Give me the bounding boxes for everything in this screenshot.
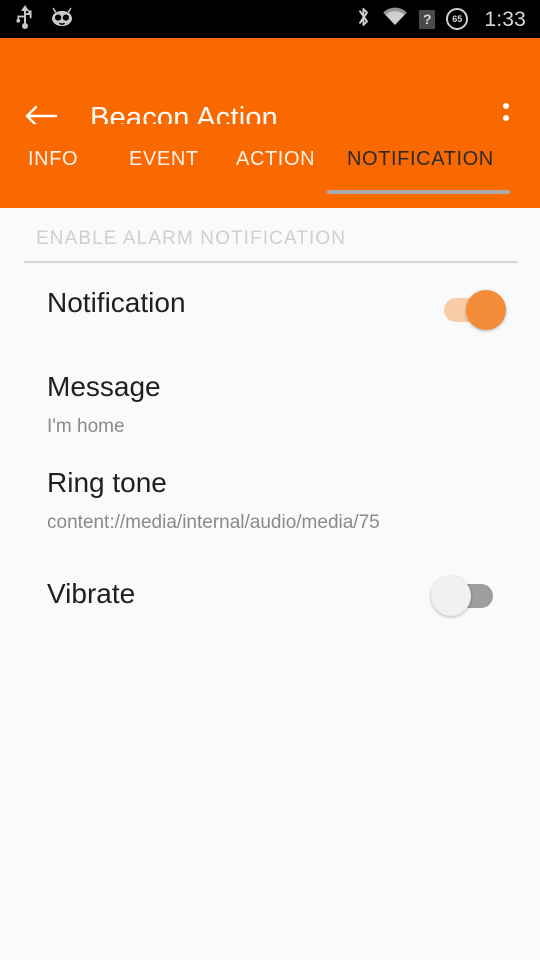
overflow-dot (503, 103, 509, 109)
unknown-signal-icon: ? (419, 9, 436, 29)
tab-event[interactable]: EVENT (129, 124, 201, 208)
switch-thumb (431, 576, 471, 616)
battery-level-label: 65 (452, 13, 463, 24)
tab-action[interactable]: ACTION (236, 124, 316, 208)
notification-switch[interactable] (436, 290, 506, 330)
bluetooth-icon (356, 6, 371, 33)
status-bar-right-icons: ? 65 1:33 (356, 6, 540, 33)
vibrate-switch[interactable] (431, 576, 501, 616)
tab-selected-indicator (327, 190, 510, 194)
wifi-icon (382, 7, 408, 32)
usb-icon (16, 4, 34, 34)
status-bar: ? 65 1:33 (0, 0, 540, 38)
phone-screen: ? 65 1:33 Beacon Action INFO EVENT ACTIO… (0, 0, 540, 960)
section-header-enable-alarm-notification: ENABLE ALARM NOTIFICATION (36, 228, 347, 249)
tab-info[interactable]: INFO (28, 124, 83, 208)
row-title: Notification (47, 287, 186, 318)
row-title: Ring tone (47, 467, 167, 498)
app-bar: Beacon Action (0, 38, 540, 134)
status-bar-clock: 1:33 (484, 7, 526, 31)
tab-label: INFO (28, 148, 79, 170)
row-subtitle: I'm home (47, 416, 125, 437)
settings-list: ENABLE ALARM NOTIFICATION Notification M… (0, 208, 540, 960)
tab-label: NOTIFICATION (347, 148, 494, 170)
row-title: Vibrate (47, 578, 136, 609)
tab-notification[interactable]: NOTIFICATION (347, 124, 494, 208)
tab-bar: INFO EVENT ACTION NOTIFICATION (0, 124, 540, 208)
battery-icon: 65 (446, 8, 469, 30)
tab-label: EVENT (129, 148, 199, 170)
tab-label: ACTION (236, 148, 316, 170)
row-subtitle: content://media/internal/audio/media/75 (47, 512, 380, 533)
overflow-dot (503, 115, 509, 121)
status-bar-left-icons (0, 4, 76, 34)
row-title: Message (47, 371, 161, 402)
section-divider (24, 261, 518, 263)
switch-thumb (466, 290, 506, 330)
cyanogenmod-icon (48, 5, 76, 34)
